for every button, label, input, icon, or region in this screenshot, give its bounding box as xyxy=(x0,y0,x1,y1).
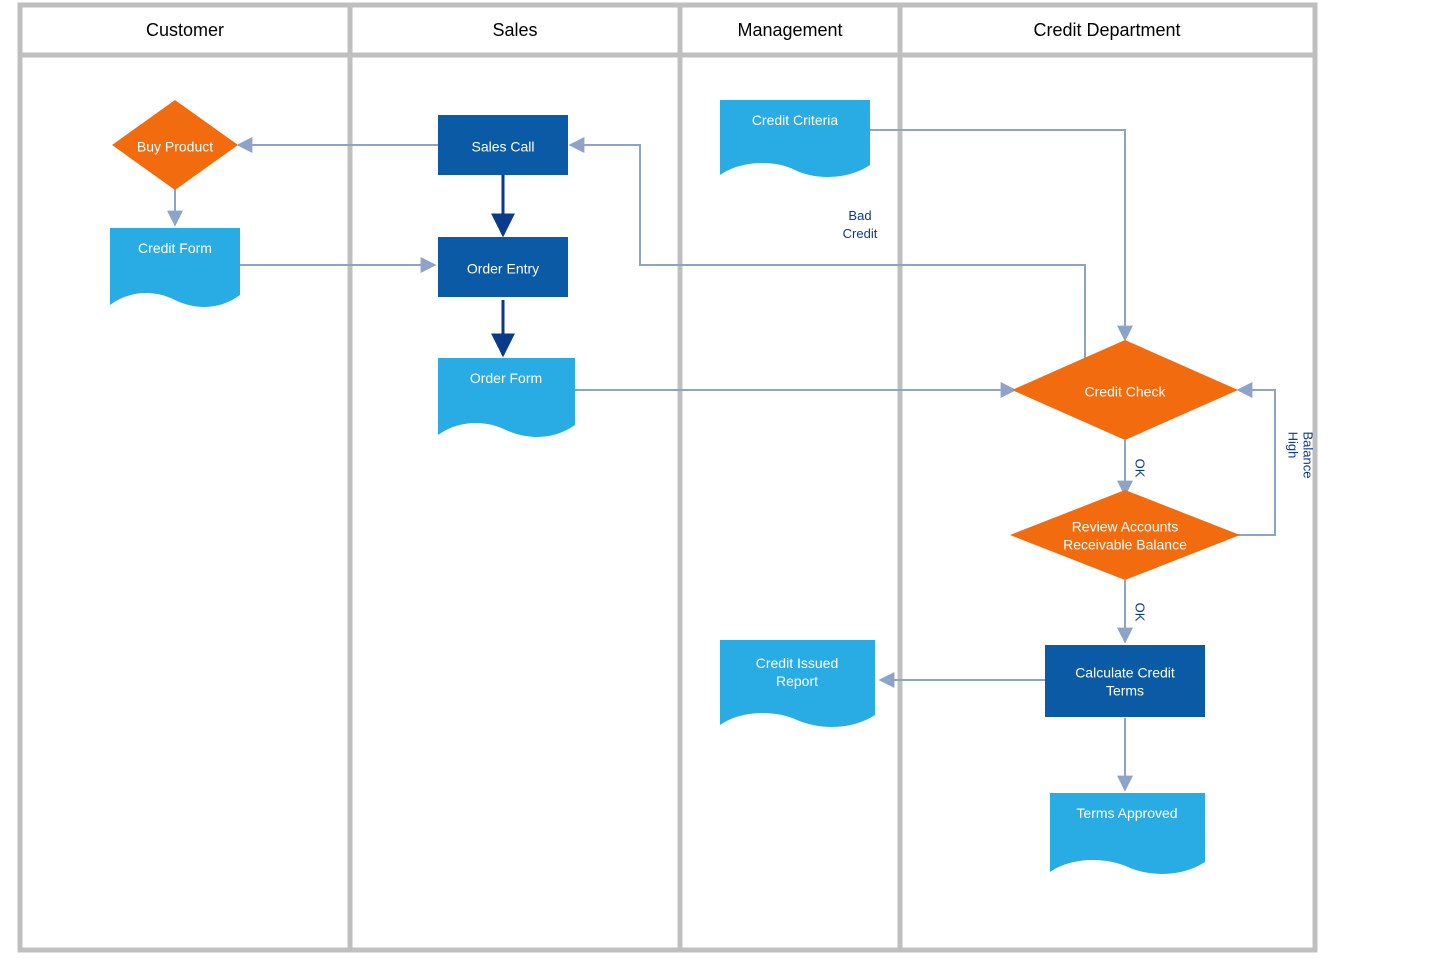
lane-header-customer: Customer xyxy=(146,20,224,40)
node-buy-product: Buy Product xyxy=(112,100,238,190)
edge-label-high-balance-2: Balance xyxy=(1301,432,1316,479)
node-review-ar-label-1: Review Accounts xyxy=(1072,519,1179,535)
lane-header-management: Management xyxy=(737,20,842,40)
node-review-ar: Review Accounts Receivable Balance xyxy=(1010,490,1240,580)
node-credit-form: Credit Form xyxy=(110,228,240,307)
node-credit-issued-report-label-2: Report xyxy=(776,673,818,689)
edge-label-bad-credit-1: Bad xyxy=(848,208,871,223)
node-credit-criteria-label: Credit Criteria xyxy=(752,112,839,128)
lane-header-credit-dept: Credit Department xyxy=(1033,20,1180,40)
edge-reviewar-to-creditcheck-highbalance xyxy=(1235,390,1275,535)
edge-creditcheck-to-salescall-badcredit xyxy=(570,145,1085,360)
node-order-form: Order Form xyxy=(438,358,575,437)
lane-header-sales: Sales xyxy=(492,20,537,40)
node-order-entry-label: Order Entry xyxy=(467,261,539,277)
node-calc-terms-label-2: Terms xyxy=(1106,683,1144,699)
node-review-ar-label-2: Receivable Balance xyxy=(1063,537,1187,553)
edge-label-high-balance-1: High xyxy=(1286,432,1301,459)
node-calc-terms-label-1: Calculate Credit xyxy=(1075,665,1175,681)
edge-label-ok-1: OK xyxy=(1133,459,1148,478)
node-credit-criteria: Credit Criteria xyxy=(720,100,870,177)
node-credit-issued-report: Credit Issued Report xyxy=(720,640,875,727)
node-sales-call-label: Sales Call xyxy=(471,139,534,155)
node-sales-call: Sales Call xyxy=(438,115,568,175)
edge-label-bad-credit-2: Credit xyxy=(843,226,878,241)
swimlane-diagram: Customer Sales Management Credit Departm… xyxy=(0,0,1437,977)
node-credit-check-label: Credit Check xyxy=(1085,384,1167,400)
node-credit-form-label: Credit Form xyxy=(138,240,212,256)
edge-label-ok-2: OK xyxy=(1133,603,1148,622)
node-order-entry: Order Entry xyxy=(438,237,568,297)
node-buy-product-label: Buy Product xyxy=(137,139,213,155)
node-terms-approved: Terms Approved xyxy=(1050,793,1205,874)
node-credit-check: Credit Check xyxy=(1012,340,1238,440)
node-order-form-label: Order Form xyxy=(470,370,542,386)
node-calc-terms: Calculate Credit Terms xyxy=(1045,645,1205,717)
node-terms-approved-label: Terms Approved xyxy=(1076,805,1177,821)
edge-creditcriteria-to-creditcheck xyxy=(870,130,1125,340)
node-credit-issued-report-label-1: Credit Issued xyxy=(756,655,838,671)
